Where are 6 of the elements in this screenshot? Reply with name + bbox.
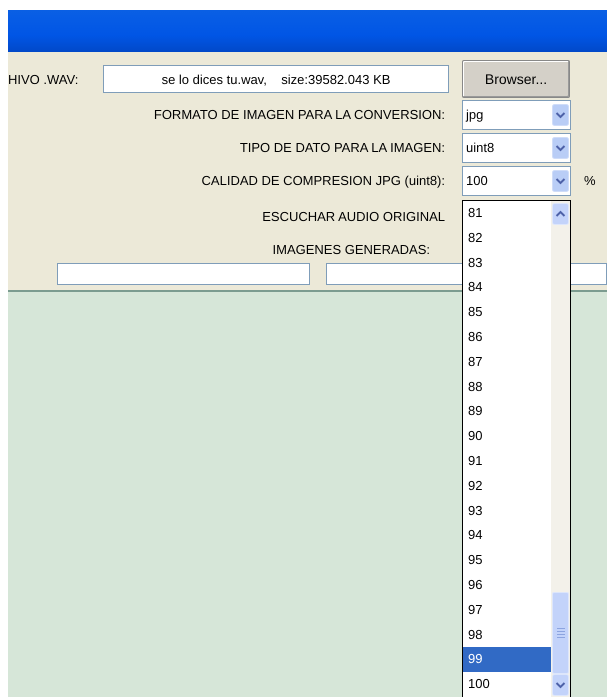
setting-label: FORMATO DE IMAGEN PARA LA CONVERSION: [152,107,445,122]
images-label: IMAGENES GENERADAS: [272,242,430,256]
setting-label: CALIDAD DE COMPRESION JPG (uint8): [200,173,445,188]
percent-label: % [584,173,596,188]
file-label: HIVO .WAV: [8,72,80,86]
setting-label: TIPO DE DATO PARA LA IMAGEN: [238,140,445,155]
